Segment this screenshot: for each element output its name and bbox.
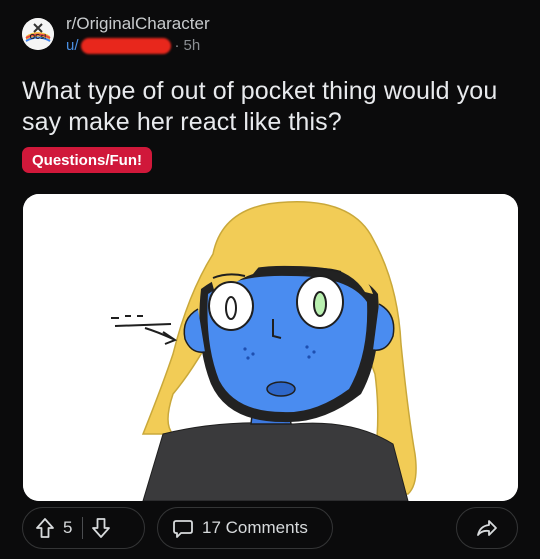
post-actions: 5 17 Comments [22, 507, 518, 549]
post-image[interactable] [23, 194, 518, 501]
downvote-arrow-icon[interactable] [91, 517, 111, 539]
post-title[interactable]: What type of out of pocket thing would y… [22, 76, 522, 138]
post-card: OCs! r/OriginalCharacter u/ · 5h What ty… [0, 0, 540, 559]
redacted-username [80, 37, 171, 54]
vote-divider [82, 517, 84, 539]
share-arrow-icon [476, 517, 498, 539]
subreddit-avatar[interactable]: OCs! [22, 18, 54, 50]
post-flair[interactable]: Questions/Fun! [22, 147, 152, 173]
vote-count: 5 [63, 518, 73, 537]
separator-dot: · [174, 37, 180, 54]
post-meta: r/OriginalCharacter u/ · 5h [66, 14, 210, 54]
subreddit-avatar-icon: OCs! [22, 18, 54, 50]
comments-button[interactable]: 17 Comments [157, 507, 333, 549]
comment-bubble-icon [172, 517, 194, 539]
post-time: 5h [183, 37, 201, 54]
share-button[interactable] [456, 507, 518, 549]
subreddit-name[interactable]: r/OriginalCharacter [66, 14, 210, 34]
vote-pill: 5 [22, 507, 145, 549]
upvote-arrow-icon[interactable] [35, 517, 55, 539]
comments-label: 17 Comments [202, 518, 308, 537]
svg-text:OCs!: OCs! [30, 34, 47, 41]
character-drawing [23, 194, 518, 501]
post-header: OCs! r/OriginalCharacter u/ · 5h [22, 12, 210, 56]
author-line: u/ · 5h [66, 37, 210, 54]
author-prefix[interactable]: u/ [66, 37, 79, 54]
